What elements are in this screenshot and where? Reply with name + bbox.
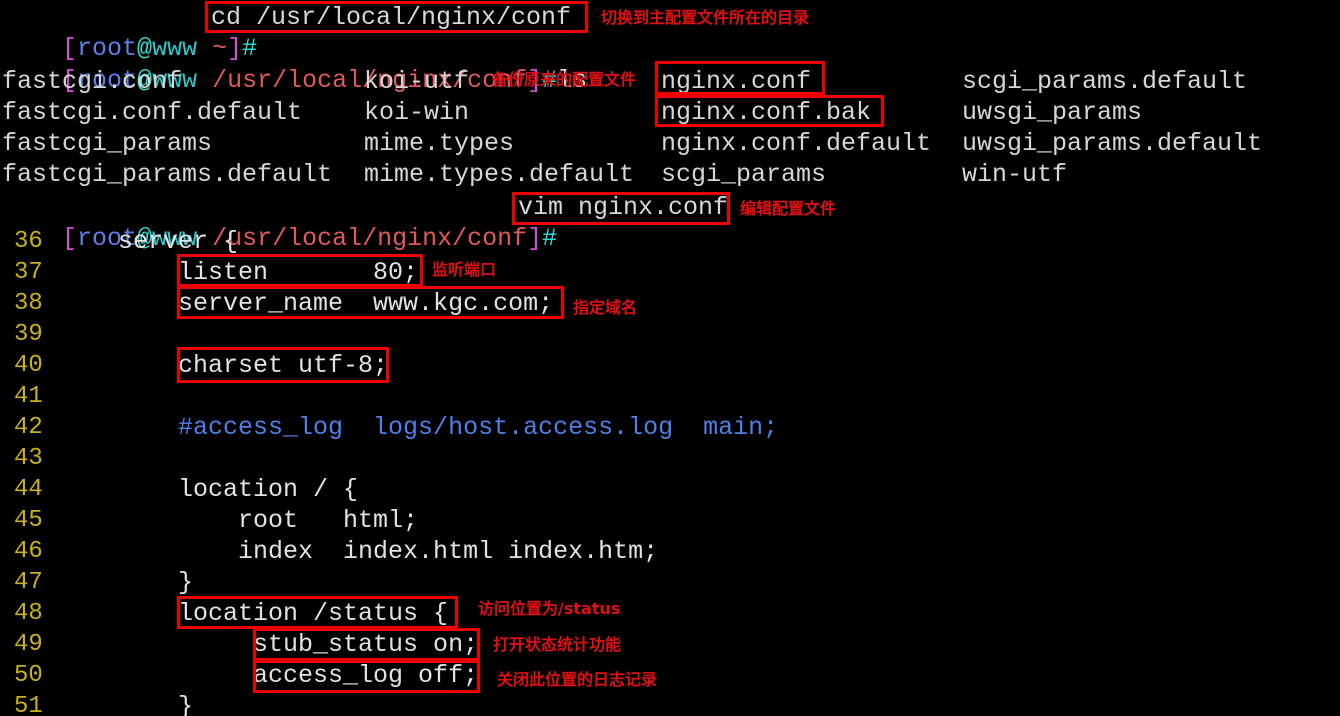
file-entry: fastcgi_params	[2, 129, 213, 158]
annotation-change-directory: 切换到主配置文件所在的目录	[601, 8, 810, 27]
line-number: 38	[14, 290, 43, 317]
line-number: 43	[14, 445, 43, 472]
line-number: 50	[14, 662, 43, 689]
terminal-window: [root@www ~]# cd /usr/local/nginx/conf 切…	[0, 0, 1340, 716]
annotation-enable-stub-status: 打开状态统计功能	[493, 635, 622, 654]
file-entry: win-utf	[962, 160, 1068, 189]
line-number: 42	[14, 414, 43, 441]
line-number: 49	[14, 631, 43, 658]
code-line-38[interactable]: server_name www.kgc.com;	[58, 288, 553, 319]
line-number: 51	[14, 693, 43, 716]
line-number: 36	[14, 228, 43, 255]
line-number: 41	[14, 383, 43, 410]
file-entry-nginx-conf: nginx.conf	[661, 67, 812, 96]
file-entry: koi-utf	[364, 67, 470, 96]
file-entry: fastcgi_params.default	[2, 160, 333, 189]
code-line-50[interactable]: access_log off;	[58, 660, 478, 691]
command-vim[interactable]: vim nginx.conf	[518, 192, 728, 223]
annotation-edit-config: 编辑配置文件	[740, 199, 837, 218]
annotation-listen-port: 监听端口	[432, 260, 497, 279]
file-entry: uwsgi_params.default	[962, 129, 1263, 158]
command-cd[interactable]: cd /usr/local/nginx/conf	[211, 2, 571, 33]
line-number: 39	[14, 321, 43, 348]
line-number: 40	[14, 352, 43, 379]
code-line-46[interactable]: index index.html index.htm;	[58, 536, 658, 567]
code-line-49[interactable]: stub_status on;	[58, 629, 478, 660]
annotation-disable-access-log: 关闭此位置的日志记录	[497, 670, 658, 689]
file-entry-scgi-params: scgi_params	[661, 160, 827, 189]
code-line-44[interactable]: location / {	[58, 474, 358, 505]
code-line-42[interactable]: #access_log logs/host.access.log main;	[58, 412, 778, 443]
file-entry: fastcgi.conf	[2, 67, 183, 96]
line-number: 46	[14, 538, 43, 565]
annotation-status-location: 访问位置为/status	[478, 599, 621, 618]
code-line-45[interactable]: root html;	[58, 505, 418, 536]
file-entry: scgi_params.default	[962, 67, 1248, 96]
line-number: 48	[14, 600, 43, 627]
line-number: 47	[14, 569, 43, 596]
file-entry: uwsgi_params	[962, 98, 1143, 127]
prompt-hash: #	[542, 224, 558, 253]
code-line-51[interactable]: }	[58, 691, 193, 716]
prompt-bracket-close: ]	[527, 224, 543, 253]
prompt-path: /usr/local/nginx/conf	[212, 224, 528, 253]
code-line-47[interactable]: }	[58, 567, 193, 598]
code-line-37[interactable]: listen 80;	[58, 257, 418, 288]
file-entry: mime.types	[364, 129, 515, 158]
code-line-48[interactable]: location /status {	[58, 598, 448, 629]
file-entry: koi-win	[364, 98, 470, 127]
file-entry-nginx-conf-default: nginx.conf.default	[661, 129, 932, 158]
line-number: 37	[14, 259, 43, 286]
file-entry-nginx-conf-bak: nginx.conf.bak	[661, 98, 872, 127]
code-line-36[interactable]: server {	[58, 226, 238, 257]
code-line-40[interactable]: charset utf-8;	[58, 350, 388, 381]
line-number: 44	[14, 476, 43, 503]
annotation-backup-config: 备份原来的配置文件	[492, 70, 637, 89]
annotation-specify-domain: 指定域名	[573, 298, 638, 317]
file-entry: mime.types.default	[364, 160, 635, 189]
file-entry: fastcgi.conf.default	[2, 98, 303, 127]
line-number: 45	[14, 507, 43, 534]
